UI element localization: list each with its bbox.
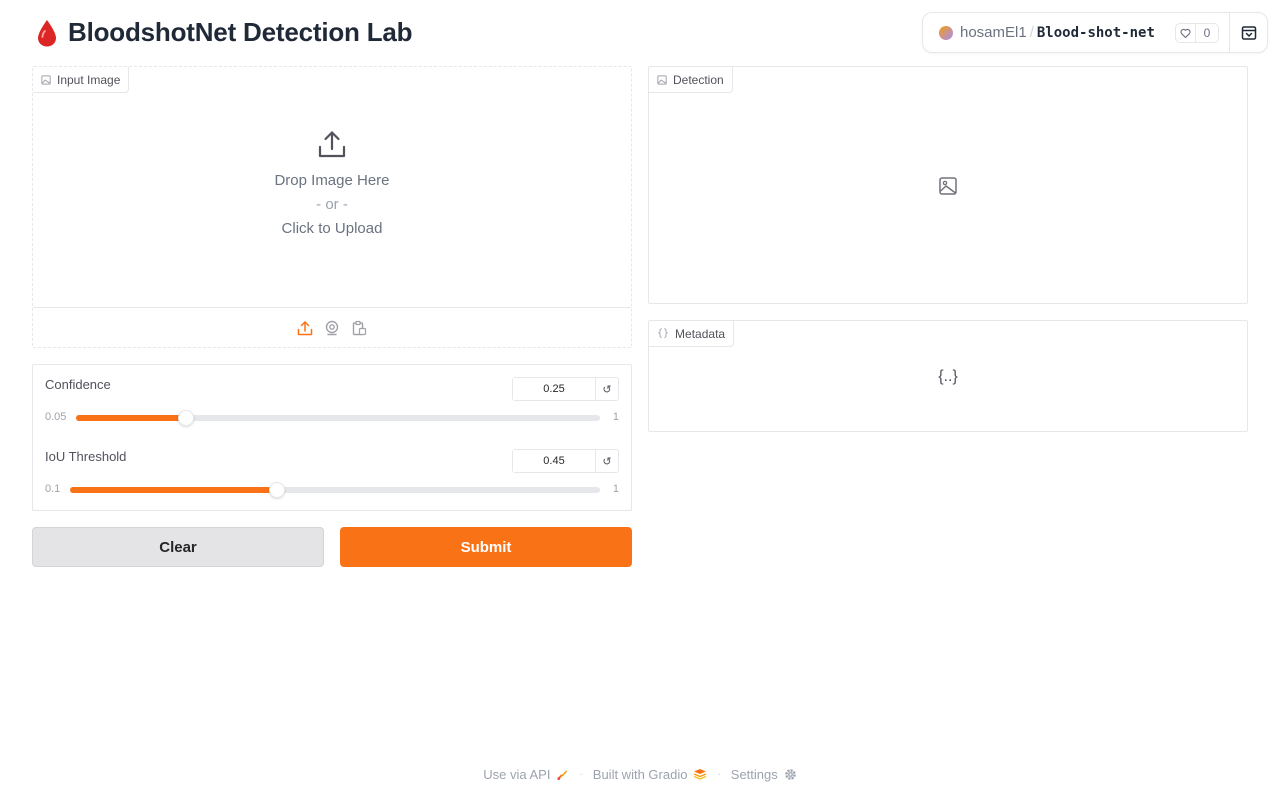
confidence-min: 0.05 <box>45 411 67 423</box>
confidence-max: 1 <box>612 411 619 423</box>
input-image-label-text: Input Image <box>57 72 121 87</box>
footer: Use via API · Built with Gradio · Settin… <box>0 764 1280 784</box>
page-title: BloodshotNet Detection Lab <box>68 17 413 47</box>
metadata-label: {} Metadata <box>649 321 735 347</box>
confidence-reset-icon[interactable]: ↺ <box>596 378 618 400</box>
detection-label-text: Detection <box>673 72 724 87</box>
space-separator: / <box>1029 24 1034 41</box>
rocket-icon <box>557 769 568 780</box>
braces-icon: {} <box>657 328 670 339</box>
image-icon <box>41 74 51 85</box>
image-placeholder-icon <box>938 176 958 196</box>
confidence-input[interactable] <box>513 378 596 400</box>
iou-label: IoU Threshold <box>45 449 127 464</box>
metadata-panel: {} Metadata {..} <box>648 320 1248 432</box>
detection-label: Detection <box>649 67 733 93</box>
confidence-slider-track[interactable] <box>76 410 600 426</box>
footer-separator: · <box>717 768 721 780</box>
footer-separator: · <box>579 768 583 780</box>
clipboard-icon[interactable] <box>351 320 367 336</box>
iou-slider-thumb[interactable] <box>268 482 285 498</box>
collapse-icon <box>1241 25 1256 40</box>
iou-reset-icon[interactable]: ↺ <box>596 450 618 472</box>
built-with-gradio-text: Built with Gradio <box>592 766 688 782</box>
confidence-slider-group: Confidence ↺ 0.05 1 <box>45 377 619 435</box>
json-placeholder: {..} <box>938 368 958 385</box>
like-count: 0 <box>1203 26 1211 40</box>
confidence-slider-fill <box>76 415 187 421</box>
parameters-panel: Confidence ↺ 0.05 1 IoU Threshold ↺ 0.1 … <box>32 364 632 511</box>
confidence-label: Confidence <box>45 377 111 392</box>
avatar[interactable] <box>939 25 953 40</box>
drop-image-text: Drop Image Here <box>274 172 390 189</box>
iou-slider-group: IoU Threshold ↺ 0.1 1 <box>45 449 619 507</box>
source-selector <box>33 308 631 347</box>
detection-panel: Detection <box>648 66 1248 304</box>
upload-source-icon[interactable] <box>297 320 313 336</box>
input-image-label: Input Image <box>33 67 130 93</box>
upload-icon <box>318 131 346 158</box>
confidence-number-box: ↺ <box>512 377 619 401</box>
collapse-header-button[interactable] <box>1229 13 1267 52</box>
input-image-panel: Drop Image Here - or - Click to Upload I… <box>32 66 632 348</box>
iou-max: 1 <box>612 483 619 495</box>
built-with-gradio-link[interactable]: Built with Gradio <box>593 767 708 782</box>
gear-icon <box>784 768 796 780</box>
use-via-api-text: Use via API <box>483 766 551 782</box>
settings-link[interactable]: Settings <box>731 767 797 782</box>
like-button[interactable]: 0 <box>1175 23 1219 43</box>
iou-number-box: ↺ <box>512 449 619 473</box>
heart-icon <box>1176 24 1196 42</box>
space-badge: hosamEl1 / Blood-shot-net 0 <box>922 12 1268 53</box>
webcam-icon[interactable] <box>324 320 340 336</box>
space-owner-link[interactable]: hosamEl1 <box>960 24 1027 41</box>
submit-button[interactable]: Submit <box>340 527 632 567</box>
or-text: - or - <box>316 196 348 213</box>
gradio-logo-icon <box>694 769 707 780</box>
confidence-slider-thumb[interactable] <box>178 410 195 426</box>
use-via-api-link[interactable]: Use via API <box>483 767 569 782</box>
metadata-label-text: Metadata <box>675 326 726 341</box>
space-repo-link[interactable]: Blood-shot-net <box>1037 25 1155 41</box>
image-icon <box>657 74 667 85</box>
iou-min: 0.1 <box>45 483 61 495</box>
iou-slider-fill <box>70 487 277 493</box>
upload-dropzone[interactable]: Drop Image Here - or - Click to Upload <box>33 67 631 308</box>
iou-slider-track[interactable] <box>70 482 600 498</box>
blood-drop-icon <box>38 19 56 46</box>
clear-button[interactable]: Clear <box>32 527 324 567</box>
page-header: BloodshotNet Detection Lab <box>34 17 413 48</box>
iou-input[interactable] <box>513 450 596 472</box>
click-to-upload-text: Click to Upload <box>281 220 383 237</box>
settings-text: Settings <box>730 766 778 782</box>
